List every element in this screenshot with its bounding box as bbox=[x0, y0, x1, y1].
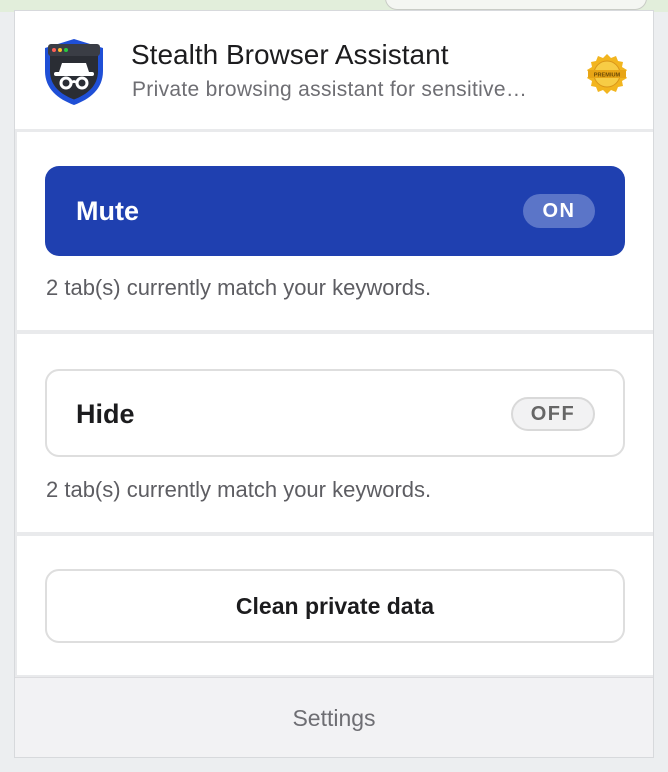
extension-popup: Stealth Browser Assistant Private browsi… bbox=[14, 10, 654, 758]
mute-section: Mute ON 2 tab(s) currently match your ke… bbox=[17, 132, 653, 330]
browser-address-bar-edge bbox=[385, 0, 647, 10]
popup-header: Stealth Browser Assistant Private browsi… bbox=[15, 11, 653, 129]
hide-label: Hide bbox=[76, 399, 135, 429]
incognito-shield-icon bbox=[45, 39, 103, 105]
hide-state-pill: OFF bbox=[511, 397, 595, 431]
mute-label: Mute bbox=[76, 196, 139, 226]
hide-toggle[interactable]: Hide OFF bbox=[45, 369, 625, 457]
clean-section: Clean private data bbox=[17, 536, 653, 675]
hide-status-text: 2 tab(s) currently match your keywords. bbox=[46, 477, 432, 502]
app-title: Stealth Browser Assistant bbox=[131, 39, 449, 70]
app-subtitle: Private browsing assistant for sensitive… bbox=[132, 78, 528, 101]
mute-toggle[interactable]: Mute ON bbox=[45, 166, 625, 256]
mute-status-text: 2 tab(s) currently match your keywords. bbox=[46, 275, 432, 300]
hide-section: Hide OFF 2 tab(s) currently match your k… bbox=[17, 334, 653, 532]
mute-state-pill: ON bbox=[523, 194, 595, 228]
premium-badge-text: PREMIUM bbox=[594, 72, 621, 78]
premium-seal-icon: PREMIUM bbox=[587, 54, 627, 94]
clean-private-data-button[interactable]: Clean private data bbox=[45, 569, 625, 643]
settings-button[interactable]: Settings bbox=[15, 677, 653, 757]
